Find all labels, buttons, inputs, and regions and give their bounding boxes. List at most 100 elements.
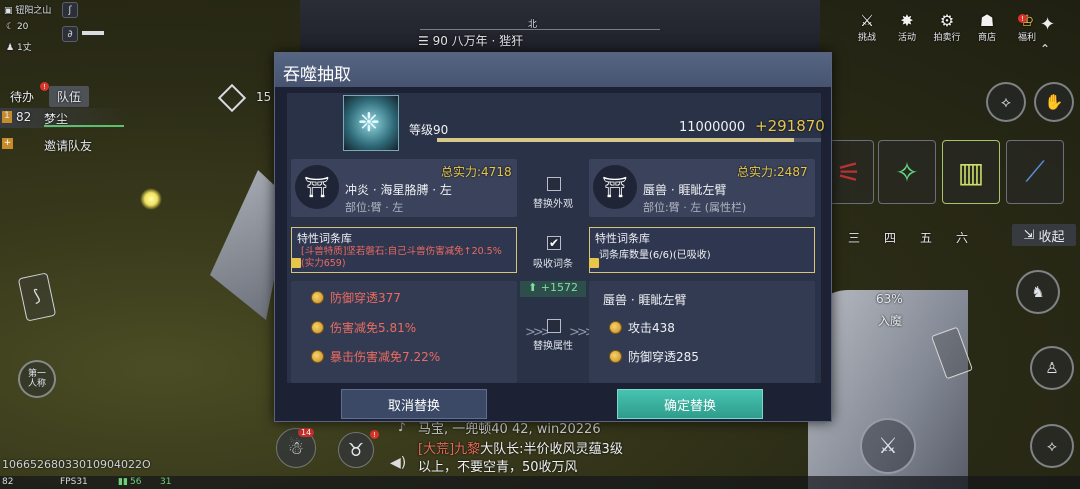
attr-icon	[311, 350, 324, 363]
swap-look-checkbox[interactable]	[547, 177, 561, 191]
swap-attr-checkbox[interactable]	[547, 319, 561, 333]
skill-button-d[interactable]: ♙	[1030, 346, 1074, 390]
skill-slot-4[interactable]: ⟋	[1006, 140, 1064, 204]
attr-icon	[609, 350, 622, 363]
left-attr-list: 防御穿透377 伤害减免5.81% 暴击伤害减免7.22%	[291, 281, 517, 383]
tab-team[interactable]: 队伍	[49, 86, 90, 107]
confirm-button[interactable]: 确定替换	[617, 389, 763, 419]
right-lib-text: 词条库数量(6/6)(已吸收)	[599, 250, 711, 261]
skill-button-a[interactable]: ⟡	[986, 82, 1026, 122]
skill-button-e[interactable]: ⟡	[1030, 424, 1074, 468]
left-item-part: 部位:臂 · 左	[345, 201, 404, 214]
right-item-name: 蜃兽 · 睚眦左臂	[643, 183, 727, 197]
voice-icon-top[interactable]: ♪	[398, 420, 406, 434]
speaker-icon[interactable]: ◀)	[390, 455, 406, 471]
fps-label: FPS31	[60, 477, 88, 487]
left-lib-title: 特性词条库	[297, 232, 352, 245]
skill-button-c[interactable]: ♞	[1016, 270, 1060, 314]
claw-icon: ⚟	[836, 155, 862, 189]
collapse-button[interactable]: ⇲ 收起	[1012, 224, 1076, 246]
left-item-power: 总实力:4718	[441, 165, 512, 179]
beast-icon: ❈	[358, 108, 380, 138]
status-bar: 82 FPS31 ▮▮ 56 31	[0, 476, 1080, 489]
member-class-icon: 1	[2, 111, 12, 123]
invite-button[interactable]: 邀请队友	[44, 137, 92, 154]
book-icon-right	[589, 258, 599, 268]
pet-badge: 14	[298, 428, 315, 437]
exp-bar-fill	[437, 138, 795, 142]
left-item-card[interactable]: ⛩ 总实力:4718 冲炎 · 海星胳膊 · 左 部位:臂 · 左	[291, 159, 517, 217]
first-person-button[interactable]: 第一 人称	[18, 360, 56, 398]
level-label: 等级90	[409, 123, 449, 137]
skill-slot-2[interactable]: ✧	[878, 140, 936, 204]
beast-portrait: ❈	[343, 95, 399, 151]
welfare-button[interactable]: ♔ 福利	[1012, 11, 1042, 44]
skill-slot-3[interactable]: ▥	[942, 140, 1000, 204]
skill-tab-6[interactable]: 六	[956, 229, 968, 246]
welfare-icon: ♔	[1019, 11, 1035, 30]
more-menu-icon[interactable]: ✦	[1040, 14, 1055, 35]
exp-value: 11000000	[679, 120, 746, 135]
absorb-entry-checkbox[interactable]: ✔	[547, 236, 561, 250]
welfare-alert-dot: !	[1018, 14, 1027, 23]
todo-alert-dot: !	[40, 82, 49, 91]
exp-bar	[437, 138, 821, 142]
skill-button-b[interactable]: ✋	[1034, 82, 1074, 122]
chevron-up-icon[interactable]: ⌃	[1040, 42, 1050, 56]
left-lib-text: [斗兽特质]坚若磐石:自己斗兽伤害减免↑20.5%(实力659)	[301, 246, 502, 269]
right-item-card[interactable]: ⛩ 总实力:2487 蜃兽 · 睚眦左臂 部位:臂 · 左 (属性栏)	[589, 159, 815, 217]
mount-icon[interactable]: ∂	[62, 26, 78, 42]
weather-label: ☾ 20	[6, 22, 29, 32]
team-member-row[interactable]: 1 82 梦尘	[0, 108, 130, 128]
right-item-part: 部位:臂 · 左 (属性栏)	[643, 201, 747, 214]
auction-button[interactable]: ⚙ 拍卖行	[932, 11, 962, 44]
mount-bar	[82, 31, 104, 35]
map-icon[interactable]: ʃ	[62, 2, 78, 18]
left-attr-0: 防御穿透377	[311, 289, 401, 306]
absorb-entry-label: 吸收词条	[533, 259, 573, 270]
tab-todo[interactable]: 待办	[10, 88, 34, 105]
quest-diamond-icon[interactable]	[217, 83, 247, 113]
shop-icon: ☗	[979, 11, 995, 30]
pet-icon: ☃	[287, 437, 305, 459]
challenge-button[interactable]: ⚔ 挑战	[852, 11, 882, 44]
staff-icon: ⟋	[1025, 155, 1045, 188]
activity-button[interactable]: ✸ 活动	[892, 12, 922, 44]
target-label: ☰ 90 八万年 · 狴犴	[418, 34, 524, 48]
cancel-button[interactable]: 取消替换	[341, 389, 487, 419]
shop-button[interactable]: ☗ 商店	[972, 11, 1002, 44]
skill-tab-5[interactable]: 五	[920, 229, 932, 246]
uid-label: 10665268033010904022O	[2, 458, 151, 471]
scene-light	[140, 188, 162, 210]
skill-tab-4[interactable]: 四	[884, 229, 896, 246]
left-attr-1: 伤害减免5.81%	[311, 319, 416, 336]
ping-label-2: 31	[160, 477, 172, 487]
absorb-dialog: 吞噬抽取 ❈ 等级90 11000000 +291870 ⛩ 总实力:4718 …	[274, 52, 832, 422]
bag-button[interactable]: ♉	[338, 432, 374, 468]
exp-gain: +291870	[755, 117, 825, 135]
compass-bar: 北	[420, 16, 660, 30]
skill-tab-3[interactable]: 三	[848, 229, 860, 246]
enter-demon-label[interactable]: 入魔	[878, 312, 902, 329]
collapse-icon: ⇲	[1023, 227, 1035, 243]
dialog-body: ❈ 等级90 11000000 +291870 ⛩ 总实力:4718 冲炎 · …	[287, 93, 825, 383]
challenge-icon: ⚔	[859, 11, 875, 30]
left-trait-library[interactable]: 特性词条库 [斗兽特质]坚若磐石:自己斗兽伤害减免↑20.5%(实力659)	[291, 227, 517, 273]
auction-icon: ⚙	[939, 11, 955, 30]
scene-background	[300, 0, 820, 60]
scroll-icon: ▥	[957, 155, 985, 189]
bag-alert-dot: !	[370, 430, 379, 439]
right-trait-library[interactable]: 特性词条库 词条库数量(6/6)(已吸收)	[589, 227, 815, 273]
member-level: 82	[16, 110, 32, 124]
talisman-icon[interactable]: ⟆	[17, 272, 57, 322]
dialog-title: 吞噬抽取	[275, 53, 831, 87]
demon-percent: 63%	[876, 292, 903, 306]
diff-badge: ⬆ +1572	[520, 281, 586, 297]
right-menu: ⚔ 挑战 ✸ 活动 ⚙ 拍卖行 ☗ 商店 ♔ 福利	[852, 11, 1042, 44]
spear-icon: ✧	[895, 155, 919, 189]
attack-button[interactable]: ⚔	[860, 418, 916, 474]
compass-north: 北	[528, 20, 538, 30]
status-left: 82	[2, 477, 14, 487]
attr-icon	[609, 321, 622, 334]
right-attr-1: 防御穿透285	[609, 348, 699, 365]
